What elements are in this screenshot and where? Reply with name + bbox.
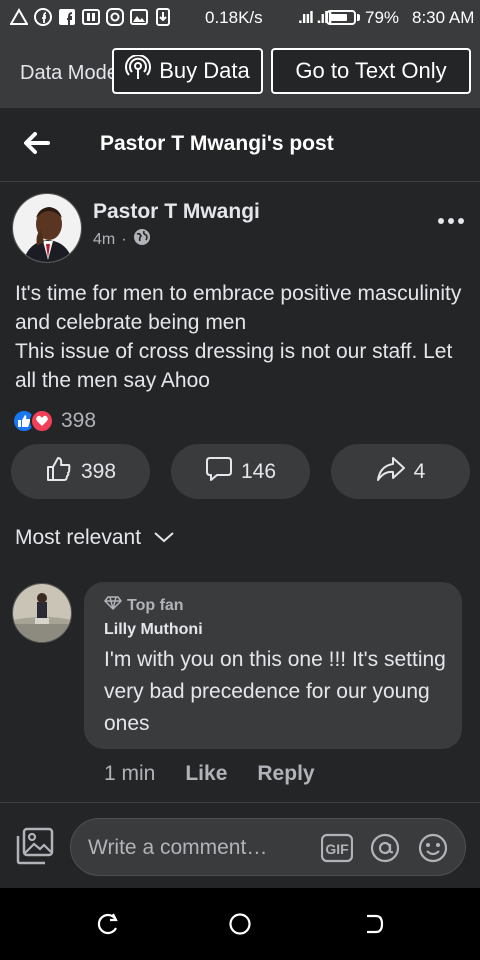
mention-icon[interactable] — [369, 833, 401, 863]
author-name[interactable]: Pastor T Mwangi — [93, 200, 260, 224]
comment-button[interactable]: 146 — [171, 444, 310, 499]
globe-icon — [133, 228, 151, 251]
top-fan-badge: Top fan — [104, 596, 184, 615]
post-text: It's time for men to embrace positive ma… — [15, 282, 462, 392]
signal-broadcast-icon — [125, 54, 152, 87]
post-meta: 4m · — [93, 228, 151, 251]
battery-level — [330, 14, 347, 21]
comment-reply-button[interactable]: Reply — [257, 762, 314, 786]
gif-icon[interactable]: GIF — [320, 833, 354, 863]
facebook-circle-icon — [34, 8, 52, 26]
instagram-icon — [106, 8, 124, 26]
share-button[interactable]: 4 — [331, 444, 470, 499]
reactions-summary[interactable]: 398 — [12, 407, 96, 435]
commenter-name[interactable]: Lilly Muthoni — [104, 621, 203, 639]
battery-tip — [357, 14, 360, 21]
battery-icon — [326, 10, 356, 25]
photo-attach-icon[interactable] — [16, 827, 54, 865]
emoji-icon[interactable] — [417, 833, 449, 863]
clock: 8:30 AM — [412, 8, 475, 27]
like-count: 398 — [80, 459, 117, 483]
facebook-icon — [58, 8, 76, 26]
back-arrow-icon[interactable] — [20, 126, 54, 160]
share-icon — [376, 455, 406, 489]
download-icon — [154, 8, 172, 26]
text-only-label: Go to Text Only — [295, 58, 447, 83]
buy-data-label: Buy Data — [159, 58, 250, 83]
chevron-down-icon — [153, 526, 175, 550]
buy-data-button[interactable]: Buy Data — [112, 48, 263, 94]
back-nav-icon[interactable] — [362, 912, 386, 936]
network-speed: 0.18K/s — [205, 8, 263, 27]
gif-label: GIF — [325, 841, 349, 857]
comment-composer: Write a comment… GIF — [0, 802, 480, 888]
top-fan-label: Top fan — [127, 596, 184, 614]
recent-apps-icon[interactable] — [96, 912, 120, 936]
commenter-avatar[interactable] — [12, 583, 72, 643]
comment-time: 1 min — [104, 762, 156, 785]
comment-placeholder: Write a comment… — [88, 836, 268, 859]
like-button[interactable]: 398 — [11, 444, 150, 499]
comment-sort-dropdown[interactable]: Most relevant — [15, 526, 175, 550]
post-header: Pastor T Mwangi's post — [0, 108, 480, 182]
comment-like-button[interactable]: Like — [185, 762, 227, 786]
data-mode-label: Data Mode — [20, 62, 112, 84]
status-bar: 0.18K/s .ııl .ıll 79% 8:30 AM — [0, 0, 480, 36]
comment-icon — [205, 455, 233, 489]
love-reaction-icon — [30, 409, 54, 433]
more-options-icon[interactable] — [438, 214, 468, 228]
system-nav-bar — [0, 888, 480, 960]
data-mode-bar: Data Mode Buy Data Go to Text Only — [0, 36, 480, 108]
sort-label: Most relevant — [15, 526, 142, 549]
notification-icons — [10, 8, 172, 26]
text-only-button[interactable]: Go to Text Only — [271, 48, 471, 94]
author-avatar[interactable] — [12, 193, 82, 263]
comment-bubble: Top fan Lilly Muthoni I'm with you on th… — [84, 582, 462, 749]
photo-icon — [82, 8, 100, 26]
comment-text: I'm with you on this one !!! It's settin… — [104, 648, 446, 735]
meta-separator: · — [121, 230, 127, 248]
alert-icon — [10, 8, 28, 26]
reaction-count: 398 — [61, 409, 97, 432]
page-title: Pastor T Mwangi's post — [100, 132, 334, 155]
home-icon[interactable] — [228, 912, 252, 936]
post-time: 4m — [93, 230, 116, 248]
share-count: 4 — [413, 459, 426, 483]
comment-actions: 1 min Like Reply — [104, 762, 315, 786]
battery-percent: 79% — [365, 8, 400, 27]
comment-input[interactable]: Write a comment… GIF — [70, 818, 466, 876]
gallery-icon — [130, 8, 148, 26]
diamond-icon — [104, 596, 122, 615]
comment-count: 146 — [240, 459, 277, 483]
thumbs-up-icon — [45, 455, 73, 489]
